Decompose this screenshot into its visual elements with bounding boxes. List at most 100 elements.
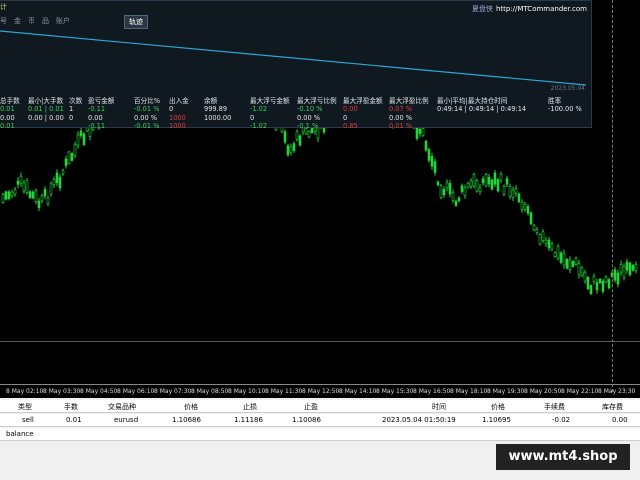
candle-body [481, 178, 485, 184]
statistics-panel: 计 号 金 币 品 账户 轨迹 夏盘侠 http://MTCommander.co… [0, 0, 592, 130]
candle-body [430, 156, 434, 167]
cell-price: 1.10686 [172, 416, 201, 424]
candle-body [37, 200, 41, 209]
candle-body [523, 203, 527, 210]
time-tick-label: 8 May 15:30 [376, 388, 414, 395]
candle-body [40, 195, 44, 202]
candle-body [517, 193, 521, 203]
menu-item-money[interactable]: 金 [14, 16, 21, 26]
column-header-swap[interactable]: 库存费 [602, 402, 623, 412]
stats-cell: 0.01 | 0.01 [28, 105, 64, 113]
candle-body [514, 188, 518, 194]
column-header-type[interactable]: 类型 [18, 402, 32, 412]
balance-label: balance [6, 430, 34, 438]
stats-cell: -0.01 % [134, 122, 160, 130]
candle-body [73, 144, 77, 156]
time-tick-label: 8 May 12:50 [302, 388, 340, 395]
candle-body [442, 188, 446, 196]
cell-sl: 1.11186 [234, 416, 263, 424]
candle-body [490, 179, 494, 190]
candle-body [595, 282, 599, 291]
stats-cell: 1000 [169, 122, 186, 130]
candle-body [79, 130, 83, 136]
candle-body [526, 206, 530, 214]
brand-label[interactable]: 夏盘侠 http://MTCommander.com [472, 4, 587, 14]
stats-cell: 0.00 | 0.00 [28, 114, 64, 122]
candle-body [82, 133, 86, 145]
candle-body [562, 252, 566, 266]
balance-row[interactable]: balance [0, 428, 640, 441]
menu-item-currency[interactable]: 币 [28, 16, 35, 26]
candle-body [475, 179, 479, 192]
candle-body [583, 271, 587, 282]
column-header-volume[interactable]: 手数 [64, 402, 78, 412]
stats-cell: 0.85 [343, 122, 358, 130]
candle-body [520, 202, 524, 210]
stats-cell: 0 [169, 105, 174, 113]
menu-item-account[interactable]: 账户 [56, 16, 70, 26]
candle-body [4, 191, 8, 200]
time-tick-label: 8 May 07:30 [154, 388, 192, 395]
menu-item-symbol[interactable]: 品 [42, 16, 49, 26]
stats-cell: 1 [69, 105, 74, 113]
column-header-commission[interactable]: 手续费 [544, 402, 565, 412]
candle-body [451, 192, 455, 201]
column-header-sl[interactable]: 止损 [243, 402, 257, 412]
candle-body [25, 180, 29, 193]
candle-body [286, 145, 290, 156]
stats-row-summary: 0.01 -0.11 -0.01 % 1000 -1.02 -0.1 % 0.8… [0, 122, 592, 130]
stats-cell: 0:49:14 | 0:49:14 | 0:49:14 [437, 105, 527, 113]
stats-cell: 1000.00 [204, 114, 232, 122]
column-header-price[interactable]: 价格 [184, 402, 198, 412]
horizontal-price-line[interactable] [0, 341, 640, 342]
candle-body [19, 175, 23, 184]
column-header-time[interactable]: 时间 [432, 402, 446, 412]
candle-body [439, 185, 443, 198]
candle-body [76, 134, 80, 146]
time-tick-label: 8 May 14:10 [339, 388, 377, 395]
time-tick-label: 8 May 22:10 [561, 388, 599, 395]
time-tick-label: 8 May 16:50 [413, 388, 451, 395]
order-row[interactable]: sell 0.01 eurusd 1.10686 1.11186 1.10086… [0, 414, 640, 427]
candle-body [70, 153, 74, 161]
candle-body [1, 194, 5, 203]
candle-body [16, 180, 20, 185]
candle-body [34, 190, 38, 203]
candle-body [466, 182, 470, 188]
candle-body [502, 185, 506, 195]
time-tick-label: 8 May 04:50 [80, 388, 118, 395]
stats-header-row: 总手数 最小|大手数 次数 盈亏金额 百分比% 出入金 余额 最大浮亏金额 最大… [0, 95, 592, 105]
cell-volume: 0.01 [66, 416, 82, 424]
candle-body [556, 246, 560, 259]
cell-close-price: 1.10695 [482, 416, 511, 424]
stats-header: 余额 [204, 97, 218, 105]
column-header-close-price[interactable]: 价格 [491, 402, 505, 412]
price-chart[interactable]: 计 号 金 币 品 账户 轨迹 夏盘侠 http://MTCommander.co… [0, 0, 640, 398]
candle-body [457, 197, 461, 202]
time-tick-label: 8 May 03:30 [43, 388, 81, 395]
candle-body [52, 179, 56, 186]
candle-body [619, 264, 623, 273]
candle-body [28, 191, 32, 198]
candle-body [433, 161, 437, 173]
candle-body [10, 191, 14, 197]
stats-cell: -100.00 % [548, 105, 582, 113]
column-header-tp[interactable]: 止盈 [304, 402, 318, 412]
candle-body [592, 275, 596, 282]
column-header-symbol[interactable]: 交易品种 [108, 402, 136, 412]
candle-body [586, 276, 590, 290]
stats-row-total: 0.01 0.01 | 0.01 1 -0.11 -0.01 % 0 999.8… [0, 105, 592, 113]
stats-cell: 0.01 [0, 105, 15, 113]
candle-body [544, 239, 548, 244]
brand-url[interactable]: http://MTCommander.com [496, 5, 587, 13]
equity-line [0, 30, 587, 86]
menu-item-number[interactable]: 号 [0, 16, 7, 26]
stats-cell: -0.01 % [134, 105, 160, 113]
stats-cell: -0.10 % [297, 105, 323, 113]
candle-body [622, 265, 626, 278]
candle-body [601, 280, 605, 292]
candle-body [43, 189, 47, 197]
stats-header: 胜率 [548, 97, 562, 105]
cell-swap: 0.00 [612, 416, 628, 424]
stats-cell: 0 [343, 114, 348, 122]
